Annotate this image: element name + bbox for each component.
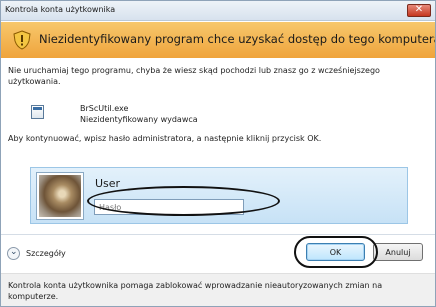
ok-button[interactable]: OK: [306, 243, 365, 261]
credential-tile[interactable]: User: [30, 167, 408, 224]
program-name: BrScUtil.exe: [80, 104, 129, 113]
application-icon: [31, 105, 44, 119]
window-title: Kontrola konta użytkownika: [5, 5, 116, 14]
footer-text: Kontrola konta użytkownika pomaga zablok…: [8, 281, 383, 301]
chevron-down-icon[interactable]: ⌄: [7, 247, 20, 260]
program-publisher: Niezidentyfikowany wydawca: [80, 115, 198, 124]
shield-warning-icon: [13, 30, 31, 50]
footer: Kontrola konta użytkownika pomaga zablok…: [1, 273, 435, 306]
cancel-button[interactable]: Anuluj: [373, 243, 423, 261]
warning-banner: Niezidentyfikowany program chce uzyskać …: [1, 22, 435, 58]
password-input[interactable]: [94, 199, 244, 215]
divider: [1, 234, 435, 235]
uac-dialog: Kontrola konta użytkownika ✕ Niezidentyf…: [0, 0, 436, 307]
user-name-label: User: [95, 177, 121, 190]
user-avatar: [37, 173, 83, 219]
instruction-text: Aby kontynuować, wpisz hasło administrat…: [8, 134, 322, 143]
warning-text: Nie uruchamiaj tego programu, chyba że w…: [8, 66, 380, 86]
title-bar[interactable]: Kontrola konta użytkownika ✕: [1, 1, 435, 21]
close-button[interactable]: ✕: [407, 4, 431, 17]
close-icon: ✕: [414, 4, 424, 15]
details-label: Szczegóły: [26, 249, 66, 258]
banner-message: Niezidentyfikowany program chce uzyskać …: [39, 32, 436, 46]
